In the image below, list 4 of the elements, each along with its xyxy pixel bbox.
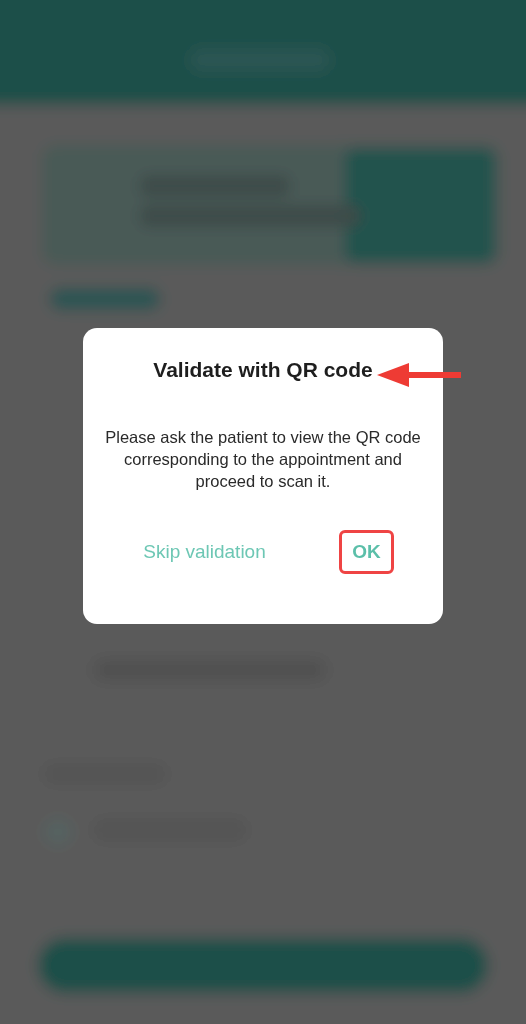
skip-button[interactable]: Skip validation xyxy=(132,530,277,574)
ok-button[interactable]: OK xyxy=(339,530,394,574)
dialog-message: Please ask the patient to view the QR code corresponding to the appointment and proceed to scan it. xyxy=(104,427,422,492)
dialog-title: Validate with QR code xyxy=(153,358,373,382)
